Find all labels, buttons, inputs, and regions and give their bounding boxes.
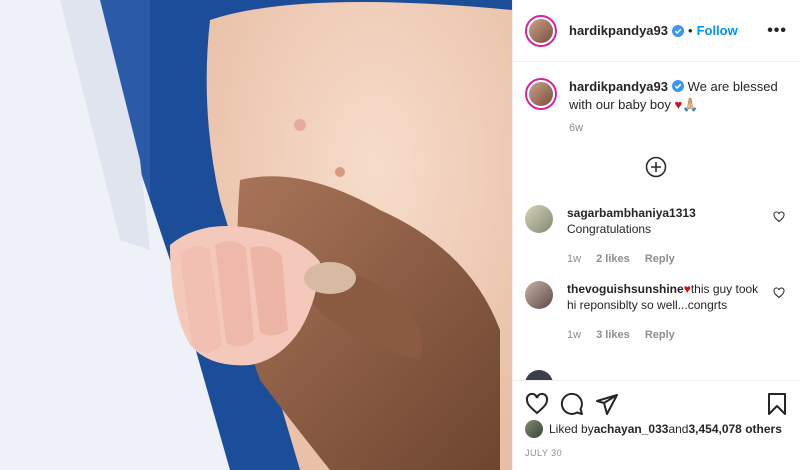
liker-username[interactable]: achayan_033 (594, 422, 669, 436)
comment-username[interactable]: thevoguishsunshine (567, 282, 684, 296)
comment-meta: 1w 3 likes Reply (567, 327, 767, 343)
verified-badge-icon (672, 24, 684, 37)
comment-meta: 1w 2 likes Reply (567, 251, 767, 267)
liker-avatar[interactable] (525, 420, 543, 438)
post-username[interactable]: hardikpandya93 (569, 23, 668, 38)
caption-text: hardikpandya93 We are blessed with our b… (569, 78, 789, 114)
baby-hand-photo (0, 0, 512, 470)
verified-badge-icon (672, 80, 684, 92)
comment-icon[interactable] (560, 392, 584, 416)
post-photo[interactable] (0, 0, 512, 470)
post-caption: hardikpandya93 We are blessed with our b… (525, 78, 789, 134)
comment-text: Congratulations (567, 222, 652, 236)
caption-emoji: ♥🙏🏼 (674, 97, 699, 112)
comment-item: thevoguishsunshine♥this guy took hi repo… (525, 281, 789, 343)
comment-likes[interactable]: 2 likes (596, 253, 630, 265)
comment-avatar[interactable] (525, 281, 553, 309)
caption-time[interactable]: 6w (569, 122, 789, 134)
comment-likes[interactable]: 3 likes (596, 329, 630, 341)
heart-icon[interactable] (773, 287, 785, 299)
likes-prefix: Liked by (549, 422, 594, 436)
comment-reply-button[interactable]: Reply (645, 253, 675, 265)
comment-item: sagarbambhaniya1313 Congratulations 1w 2… (525, 205, 789, 267)
partial-comment (525, 370, 789, 380)
heart-icon[interactable] (525, 392, 549, 416)
comment-username[interactable]: sagarbambhaniya1313 (567, 206, 696, 220)
comment-emoji: ♥ (683, 282, 691, 296)
caption-username[interactable]: hardikpandya93 (569, 79, 668, 94)
comment-time[interactable]: 1w (567, 253, 581, 265)
post-side-panel: hardikpandya93 • Follow ••• hardikpandya… (512, 0, 800, 470)
likes-line: Liked by achayan_033 and 3,454,078 other… (525, 420, 782, 438)
comment-avatar[interactable] (525, 205, 553, 233)
share-icon[interactable] (595, 392, 619, 416)
comment-time[interactable]: 1w (567, 329, 581, 341)
more-icon[interactable]: ••• (767, 22, 787, 40)
bookmark-icon[interactable] (765, 392, 789, 416)
heart-icon[interactable] (773, 211, 785, 223)
comment-reply-button[interactable]: Reply (645, 329, 675, 341)
caption-avatar[interactable] (525, 78, 557, 110)
avatar[interactable] (525, 14, 557, 47)
post-header: hardikpandya93 • Follow ••• (513, 0, 800, 62)
likes-count[interactable]: 3,454,078 others (688, 422, 781, 436)
separator-dot: • (688, 23, 693, 38)
likes-middle: and (668, 422, 689, 436)
plus-circle-icon[interactable] (645, 156, 667, 178)
post-date[interactable]: JULY 30 (525, 448, 562, 458)
follow-button[interactable]: Follow (697, 23, 738, 38)
